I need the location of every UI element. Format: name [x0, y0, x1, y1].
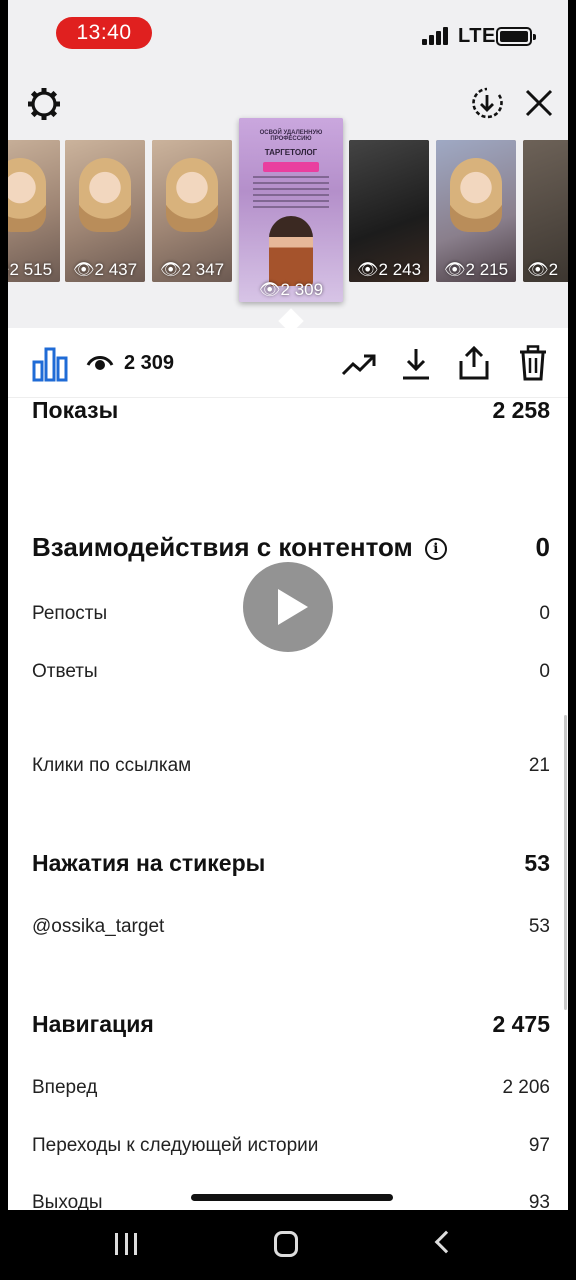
forward-value: 2 206: [502, 1077, 550, 1098]
sticker-taps-row: Нажатия на стикеры 53: [32, 850, 550, 877]
next-story-value: 97: [528, 1135, 550, 1156]
reposts-value: 0: [539, 603, 550, 624]
promote-button[interactable]: [340, 348, 378, 382]
exits-label: Выходы: [32, 1192, 103, 1210]
sticker-taps-label: Нажатия на стикеры: [32, 850, 266, 876]
replies-label: Ответы: [32, 661, 98, 682]
navigation-row: Навигация 2 475: [32, 1011, 550, 1038]
interactions-row: Взаимодействия с контентом i 0: [32, 532, 550, 563]
navigation-value: 2 475: [492, 1011, 550, 1037]
impressions-label: Показы: [32, 397, 119, 423]
network-type: LTE: [458, 25, 496, 47]
thumbnail-views: 👁2 347: [159, 260, 225, 279]
thumbnail-title: ОСВОЙ УДАЛЕННУЮ ПРОФЕССИЮ: [259, 130, 323, 142]
thumbnail-views: 👁2 437: [72, 260, 138, 279]
close-icon: [525, 89, 553, 117]
impressions-row: Показы 2 258: [32, 397, 550, 424]
status-bar: 13:40 LTE: [8, 0, 568, 66]
thumbnail-views: 👁2 215: [443, 260, 509, 279]
story-thumbnail[interactable]: 👁2 243: [349, 140, 429, 282]
signal-icon: [422, 27, 452, 45]
story-thumbnail[interactable]: 👁2 515: [8, 140, 60, 282]
recents-button[interactable]: [115, 1233, 137, 1255]
forward-row: Вперед 2 206: [32, 1077, 550, 1099]
replies-value: 0: [539, 661, 550, 682]
views-tab[interactable]: [86, 352, 114, 374]
screen: 13:40 LTE 2 515 👁2 437 👁2 347 ОСВОЙ УДАЛ…: [8, 0, 568, 1210]
thumbnail-views: 👁2 515: [8, 260, 53, 279]
views-count: 2 309: [124, 352, 175, 374]
insights-tab[interactable]: [30, 344, 70, 384]
replies-row: Ответы 0: [32, 661, 550, 683]
sticker-account-label: @ossika_target: [32, 916, 165, 937]
thumbnail-views: 👁2 243: [356, 260, 422, 279]
clock: 13:40: [56, 17, 152, 49]
sticker-taps-value: 53: [524, 850, 550, 876]
eye-icon: [86, 356, 114, 370]
gear-icon: [28, 88, 60, 120]
android-nav-bar: [0, 1210, 576, 1280]
thumbnail-views: 👁2: [527, 260, 559, 279]
story-header: 👁2 515 👁2 437 👁2 347 ОСВОЙ УДАЛЕННУЮ ПРО…: [8, 66, 568, 328]
next-story-label: Переходы к следующей истории: [32, 1135, 319, 1156]
back-button[interactable]: [434, 1230, 458, 1254]
battery-icon: [496, 27, 536, 46]
settings-button[interactable]: [26, 86, 62, 122]
interactions-label: Взаимодействия с контентом: [32, 532, 413, 562]
thumbnail-subtitle: ТАРГЕТОЛОГ: [264, 148, 318, 157]
bar-chart-icon: [32, 347, 68, 382]
home-button[interactable]: [274, 1231, 298, 1257]
reposts-label: Репосты: [32, 603, 108, 624]
thumbnail-views: 👁2 309: [258, 280, 324, 299]
archive-download-button[interactable]: [468, 84, 506, 122]
interactions-value: 0: [535, 532, 550, 562]
link-clicks-label: Клики по ссылкам: [32, 755, 192, 776]
link-clicks-value: 21: [528, 755, 550, 776]
story-toolbar: 2 309: [8, 328, 568, 398]
trash-icon: [520, 345, 546, 381]
story-thumbnail[interactable]: 👁2: [523, 140, 568, 282]
sticker-account-row[interactable]: @ossika_target 53: [32, 916, 550, 938]
navigation-label: Навигация: [32, 1011, 154, 1037]
link-clicks-row: Клики по ссылкам 21: [32, 755, 550, 777]
story-thumbnails: 👁2 515 👁2 437 👁2 347 ОСВОЙ УДАЛЕННУЮ ПРО…: [8, 118, 568, 306]
story-thumbnail-selected[interactable]: ОСВОЙ УДАЛЕННУЮ ПРОФЕССИЮ ТАРГЕТОЛОГ 👁2 …: [239, 118, 343, 302]
story-thumbnail[interactable]: 👁2 437: [65, 140, 145, 282]
play-button[interactable]: [243, 562, 333, 652]
share-icon: [459, 345, 489, 380]
impressions-value: 2 258: [492, 397, 550, 423]
download-button[interactable]: [400, 346, 432, 382]
close-button[interactable]: [522, 86, 556, 120]
story-thumbnail[interactable]: 👁2 215: [436, 140, 516, 282]
info-icon[interactable]: i: [424, 538, 447, 561]
scrollbar[interactable]: [564, 715, 567, 1010]
forward-label: Вперед: [32, 1077, 98, 1098]
share-button[interactable]: [457, 344, 491, 382]
download-circle-icon: [472, 87, 503, 119]
exits-value: 93: [528, 1192, 550, 1210]
delete-button[interactable]: [517, 344, 549, 382]
story-thumbnail[interactable]: 👁2 347: [152, 140, 232, 282]
trending-up-icon: [341, 354, 376, 376]
download-icon: [403, 349, 429, 380]
next-story-row: Переходы к следующей истории 97: [32, 1135, 550, 1157]
sticker-account-value: 53: [528, 916, 550, 937]
home-indicator[interactable]: [191, 1194, 393, 1201]
